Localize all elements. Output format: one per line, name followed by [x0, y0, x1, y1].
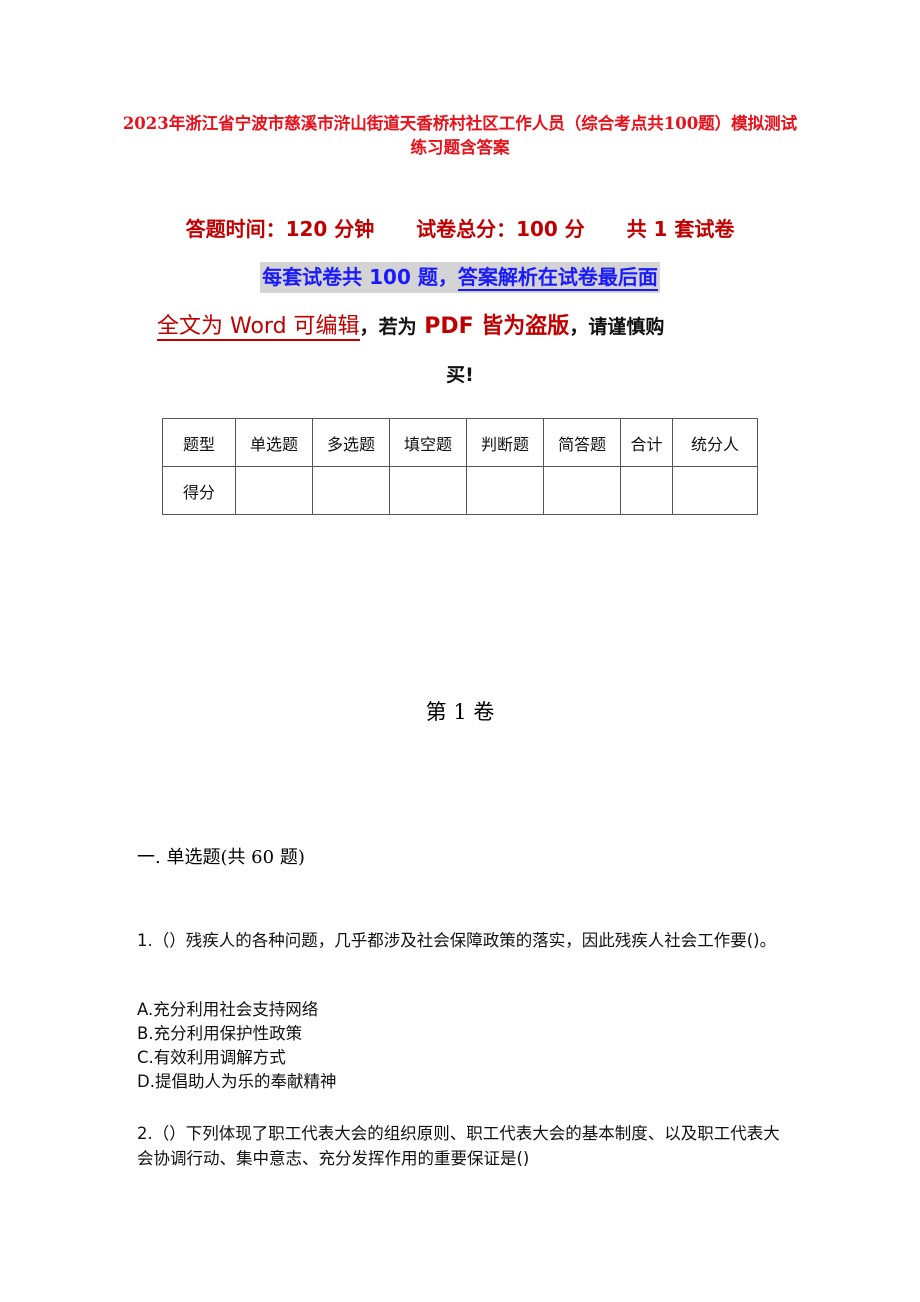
word-editable-link[interactable]: 全文为 Word 可编辑 [157, 314, 360, 341]
score-table-cell [312, 466, 391, 515]
answer-note-banner: 每套试卷共 100 题，答案解析在试卷最后面 [0, 262, 920, 293]
volume-title: 第 1 卷 [425, 700, 495, 724]
document-title: 2023年浙江省宁波市慈溪市浒山街道天香桥村社区工作人员（综合考点共100题）模… [122, 114, 798, 157]
score-table-cell [543, 466, 622, 515]
section-title: 一. 单选题(共 60 题) [137, 847, 305, 868]
score-table-score-row: 得分 [162, 466, 758, 515]
score-table-header-cell: 简答题 [543, 418, 622, 467]
exam-info-line: 答题时间：120 分钟 试卷总分：100 分 共 1 套试卷 [0, 213, 920, 242]
notice-comma-2: ， [569, 316, 589, 338]
question-1-option-b: B.充分利用保护性政策 [137, 1024, 303, 1043]
notice-comma: ， [359, 316, 379, 338]
score-table-header-cell: 填空题 [389, 418, 468, 467]
notice-text: 若为 [378, 316, 417, 338]
question-1-text: 1.（）残疾人的各种问题，几乎都涉及社会保障政策的落实，因此残疾人社会工作要()… [137, 931, 777, 950]
score-table-cell [620, 466, 673, 515]
score-table-header-cell: 多选题 [312, 418, 391, 467]
notice-caution: 请谨慎购 [588, 316, 665, 338]
score-table-cell [466, 466, 545, 515]
answer-location-link[interactable]: 答案解析在试卷最后面 [457, 265, 658, 291]
score-table-header-cell: 合计 [620, 418, 673, 467]
score-table-cell [234, 466, 314, 515]
pdf-piracy-warning: PDF 皆为盗版 [416, 314, 570, 339]
editable-notice: 全文为 Word 可编辑，若为 PDF 皆为盗版，请谨慎购 [157, 310, 664, 344]
question-count-note: 每套试卷共 100 题， [262, 265, 458, 289]
score-table-header-row: 题型 单选题 多选题 填空题 判断题 简答题 合计 统分人 [162, 418, 758, 467]
score-table-header-cell: 单选题 [234, 418, 314, 467]
score-table-cell [672, 466, 758, 515]
exam-time: 答题时间：120 分钟 [185, 217, 375, 241]
score-table-header-cell: 统分人 [672, 418, 758, 467]
notice-caution-end: 买! [446, 364, 474, 386]
question-2-text: 2.（）下列体现了职工代表大会的组织原则、职工代表大会的基本制度、以及职工代表大… [137, 1124, 780, 1168]
score-table-cell [389, 466, 468, 515]
score-table-header-cell: 判断题 [466, 418, 545, 467]
score-table: 题型 单选题 多选题 填空题 判断题 简答题 合计 统分人 得分 [162, 418, 758, 515]
exam-total-score: 试卷总分：100 分 [416, 217, 585, 241]
exam-set-count: 共 1 套试卷 [626, 217, 735, 241]
question-1-option-c: C.有效利用调解方式 [137, 1048, 286, 1067]
score-table-cell: 得分 [162, 466, 236, 515]
question-1-option-a: A.充分利用社会支持网络 [137, 1000, 319, 1019]
score-table-header-cell: 题型 [162, 418, 236, 467]
question-1-option-d: D.提倡助人为乐的奉献精神 [137, 1072, 337, 1091]
